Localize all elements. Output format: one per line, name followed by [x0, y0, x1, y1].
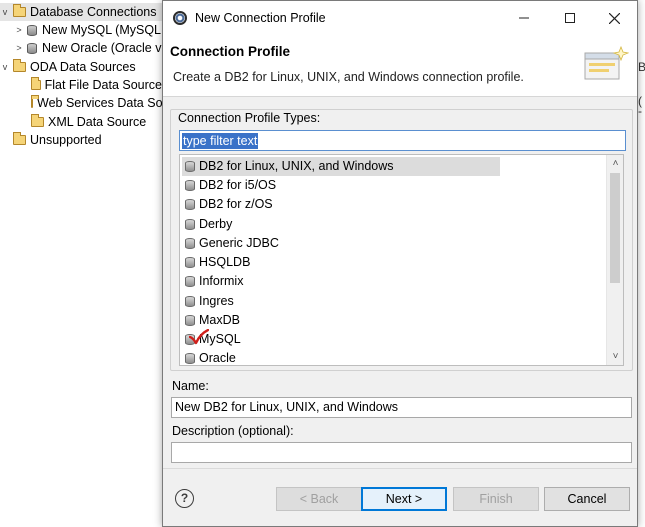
page-description: Create a DB2 for Linux, UNIX, and Window…: [173, 70, 524, 84]
tree-item-label: Database Connections: [30, 5, 157, 19]
tree-item-oda-data-sources[interactable]: v ODA Data Sources: [0, 58, 162, 76]
background-clipped-text: -: [638, 104, 642, 118]
wizard-header: Connection Profile Create a DB2 for Linu…: [163, 35, 637, 97]
list-item[interactable]: Informix: [182, 272, 500, 291]
database-icon: [185, 257, 195, 268]
tree-item-unsupported[interactable]: Unsupported: [13, 131, 162, 149]
folder-icon: [31, 77, 41, 90]
red-check-mark-icon: [189, 329, 209, 345]
profile-type-list[interactable]: DB2 for Linux, UNIX, and Windows DB2 for…: [179, 154, 624, 366]
database-icon: [185, 315, 195, 326]
tree-item-label: Unsupported: [30, 133, 102, 147]
back-button[interactable]: < Back: [276, 487, 362, 511]
dialog-titlebar[interactable]: New Connection Profile: [163, 1, 637, 35]
folder-icon: [13, 132, 26, 145]
description-field[interactable]: [171, 442, 632, 463]
database-icon: [27, 24, 37, 36]
tree-item-label: Web Services Data So: [37, 96, 162, 110]
list-item[interactable]: DB2 for z/OS: [182, 195, 500, 214]
folder-icon: [31, 114, 44, 127]
list-item-label: Informix: [199, 274, 244, 288]
list-item[interactable]: DB2 for i5/OS: [182, 176, 500, 195]
cancel-button[interactable]: Cancel: [544, 487, 630, 511]
database-icon: [185, 296, 195, 307]
list-item[interactable]: HSQLDB: [182, 253, 500, 272]
eclipse-app-icon: [173, 11, 187, 25]
maximize-button[interactable]: [547, 1, 593, 35]
data-source-explorer-tree: v Database Connections > New MySQL (MySQ…: [0, 0, 170, 527]
background-clipped-text: B: [638, 60, 645, 74]
list-item-label: DB2 for z/OS: [199, 197, 273, 211]
scrollbar-thumb[interactable]: [610, 173, 620, 283]
minimize-button[interactable]: [501, 1, 547, 35]
list-item-label: DB2 for Linux, UNIX, and Windows: [199, 159, 394, 173]
database-icon: [185, 199, 195, 210]
finish-button[interactable]: Finish: [453, 487, 539, 511]
list-item[interactable]: Ingres: [182, 292, 500, 311]
scroll-up-arrow-icon[interactable]: ˄: [607, 155, 623, 172]
database-icon: [27, 42, 37, 54]
list-item[interactable]: Derby: [182, 215, 500, 234]
type-filter-input[interactable]: type filter text: [179, 130, 626, 151]
list-item[interactable]: MaxDB: [182, 311, 500, 330]
expand-chevron-icon[interactable]: v: [0, 58, 10, 76]
filter-text: type filter text: [182, 132, 259, 149]
list-item-label: Ingres: [199, 294, 234, 308]
description-label: Description (optional):: [172, 424, 294, 438]
expand-chevron-icon[interactable]: >: [14, 39, 24, 57]
list-item-label: Oracle: [199, 351, 236, 365]
next-button[interactable]: Next >: [361, 487, 447, 511]
close-icon: [608, 12, 620, 24]
tree-item-new-mysql[interactable]: > New MySQL (MySQL: [14, 21, 162, 39]
database-icon: [185, 238, 195, 249]
page-title: Connection Profile: [170, 44, 291, 59]
footer-divider: [163, 468, 637, 469]
database-icon: [185, 353, 195, 364]
list-item[interactable]: DB2 for Linux, UNIX, and Windows: [182, 157, 500, 176]
tree-item-xml-data-source[interactable]: XML Data Source: [31, 113, 162, 131]
name-label: Name:: [172, 379, 209, 393]
minimize-icon: [519, 17, 529, 19]
folder-icon: [31, 95, 39, 108]
list-item-label: HSQLDB: [199, 255, 251, 269]
database-icon: [185, 276, 195, 287]
database-icon: [185, 180, 195, 191]
help-icon[interactable]: ?: [175, 489, 194, 508]
scroll-down-arrow-icon[interactable]: ˅: [607, 348, 623, 365]
list-item-label: DB2 for i5/OS: [199, 178, 277, 192]
list-item[interactable]: MySQL: [182, 330, 500, 349]
tree-item-label: XML Data Source: [48, 115, 147, 129]
close-button[interactable]: [591, 1, 637, 35]
list-item[interactable]: Generic JDBC: [182, 234, 500, 253]
dialog-title: New Connection Profile: [195, 11, 326, 25]
name-field[interactable]: New DB2 for Linux, UNIX, and Windows: [171, 397, 632, 418]
folder-open-icon: [13, 4, 26, 17]
tree-item-database-connections[interactable]: v Database Connections: [0, 3, 162, 21]
list-item[interactable]: Oracle: [182, 349, 500, 365]
tree-item-label: Flat File Data Source: [44, 78, 162, 92]
tree-item-label: ODA Data Sources: [30, 60, 136, 74]
tree-item-new-oracle[interactable]: > New Oracle (Oracle v: [14, 39, 162, 57]
tree-item-label: New Oracle (Oracle v: [42, 41, 162, 55]
database-icon: [185, 161, 195, 172]
maximize-icon: [565, 13, 575, 23]
list-scrollbar[interactable]: ˄ ˅: [606, 155, 623, 365]
database-icon: [185, 219, 195, 230]
tree-item-flat-file-data-source[interactable]: Flat File Data Source: [31, 76, 162, 94]
list-item-label: Derby: [199, 217, 233, 231]
wizard-banner-icon: [584, 45, 629, 80]
expand-chevron-icon[interactable]: >: [14, 21, 24, 39]
list-item-label: MaxDB: [199, 313, 240, 327]
expand-chevron-icon[interactable]: v: [0, 3, 10, 21]
new-connection-profile-dialog: New Connection Profile Connection Profil…: [162, 0, 638, 527]
list-item-label: Generic JDBC: [199, 236, 279, 250]
folder-open-icon: [13, 59, 26, 72]
group-label: Connection Profile Types:: [178, 111, 321, 125]
tree-item-label: New MySQL (MySQL: [42, 23, 162, 37]
tree-item-web-services-data-source[interactable]: Web Services Data So: [31, 94, 162, 112]
